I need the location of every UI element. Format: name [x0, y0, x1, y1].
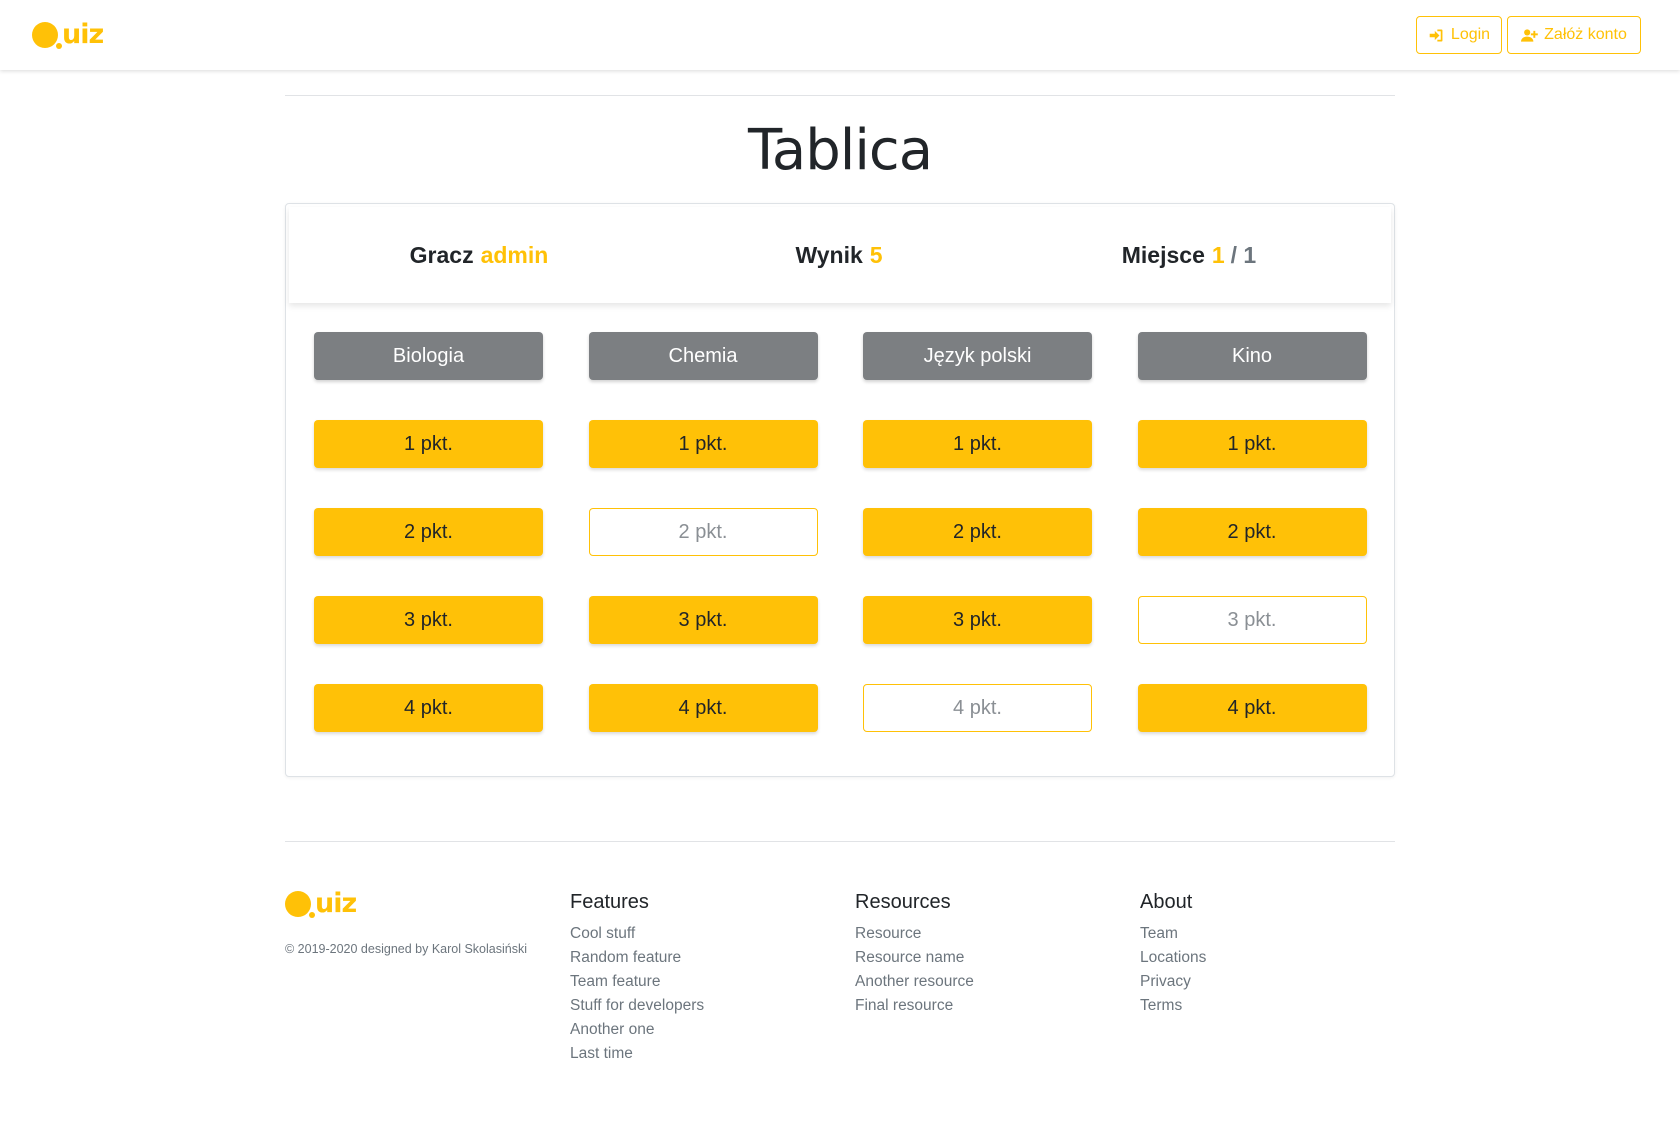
question-button[interactable]: 1 pkt. [588, 420, 818, 468]
place-label: Miejsce [1121, 241, 1205, 268]
footer-link[interactable]: Last time [570, 1042, 704, 1066]
stats-bar: Gracz admin Wynik 5 Miejsce 1 / 1 [289, 207, 1391, 303]
question-button[interactable]: 1 pkt. [1137, 420, 1367, 468]
footer-column-about: About Team Locations Privacy Terms [1140, 891, 1206, 1018]
question-button[interactable]: 3 pkt. [863, 596, 1092, 644]
question-button-answered[interactable]: 4 pkt. [863, 684, 1092, 732]
page-title: Tablica [747, 118, 933, 183]
navbar: uiz Login Załóż konto [0, 0, 1680, 70]
stat-place: Miejsce 1 / 1 [999, 207, 1379, 303]
footer-logo-dot-icon [285, 890, 315, 918]
footer-link[interactable]: Team feature [570, 970, 704, 994]
player-value: admin [480, 241, 549, 268]
footer-link[interactable]: Random feature [570, 946, 704, 970]
footer-column-features: Features Cool stuff Random feature Team … [570, 891, 704, 1066]
login-button[interactable]: Login [1416, 16, 1502, 54]
footer-logo[interactable]: uiz [285, 888, 357, 919]
question-button[interactable]: 2 pkt. [1137, 508, 1367, 556]
quiz-board: Gracz admin Wynik 5 Miejsce 1 / 1 Biolog… [285, 203, 1395, 777]
category-header: Biologia [314, 332, 543, 380]
question-button[interactable]: 2 pkt. [314, 508, 543, 556]
user-plus-icon [1521, 28, 1538, 42]
footer-link[interactable]: Locations [1140, 946, 1206, 970]
logo-text: uiz [62, 19, 104, 50]
footer-link[interactable]: Team [1140, 922, 1206, 946]
sign-in-icon [1429, 29, 1443, 41]
question-button[interactable]: 1 pkt. [863, 420, 1092, 468]
category-header: Kino [1137, 332, 1367, 380]
stat-player: Gracz admin [289, 207, 669, 303]
category-header: Język polski [863, 332, 1092, 380]
question-button[interactable]: 3 pkt. [314, 596, 543, 644]
question-button-answered[interactable]: 3 pkt. [1137, 596, 1367, 644]
question-button-answered[interactable]: 2 pkt. [588, 508, 818, 556]
footer-logo-text: uiz [315, 888, 357, 919]
player-label: Gracz [409, 241, 474, 268]
footer-link[interactable]: Another one [570, 1018, 704, 1042]
login-label: Login [1450, 26, 1491, 43]
footer-column-title: Features [570, 891, 649, 913]
logo-dot-icon [32, 21, 62, 49]
footer-link[interactable]: Cool stuff [570, 922, 704, 946]
place-value: 1 [1211, 241, 1225, 268]
footer-divider [285, 841, 1395, 842]
category-header: Chemia [588, 332, 818, 380]
footer-link[interactable]: Terms [1140, 994, 1206, 1018]
question-button[interactable]: 4 pkt. [314, 684, 543, 732]
register-label: Załóż konto [1544, 26, 1627, 43]
footer-column-resources: Resources Resource Resource name Another… [855, 891, 974, 1018]
top-divider [285, 95, 1395, 96]
footer-link[interactable]: Resource name [855, 946, 974, 970]
footer-link[interactable]: Final resource [855, 994, 974, 1018]
footer-link[interactable]: Stuff for developers [570, 994, 704, 1018]
question-button[interactable]: 2 pkt. [863, 508, 1092, 556]
footer-link[interactable]: Resource [855, 922, 974, 946]
place-total: / 1 [1230, 241, 1257, 268]
register-button[interactable]: Załóż konto [1507, 16, 1641, 54]
footer-column-title: About [1140, 891, 1193, 913]
quiz-logo[interactable]: uiz [32, 19, 104, 50]
footer-link[interactable]: Privacy [1140, 970, 1206, 994]
question-button[interactable]: 1 pkt. [314, 420, 543, 468]
question-button[interactable]: 3 pkt. [588, 596, 818, 644]
copyright: © 2019-2020 designed by Karol Skolasińsk… [285, 942, 527, 956]
question-button[interactable]: 4 pkt. [1137, 684, 1367, 732]
score-value: 5 [869, 241, 883, 268]
footer-link[interactable]: Another resource [855, 970, 974, 994]
stat-score: Wynik 5 [649, 207, 1029, 303]
question-button[interactable]: 4 pkt. [588, 684, 818, 732]
footer-column-title: Resources [855, 891, 951, 913]
score-label: Wynik [795, 241, 863, 268]
